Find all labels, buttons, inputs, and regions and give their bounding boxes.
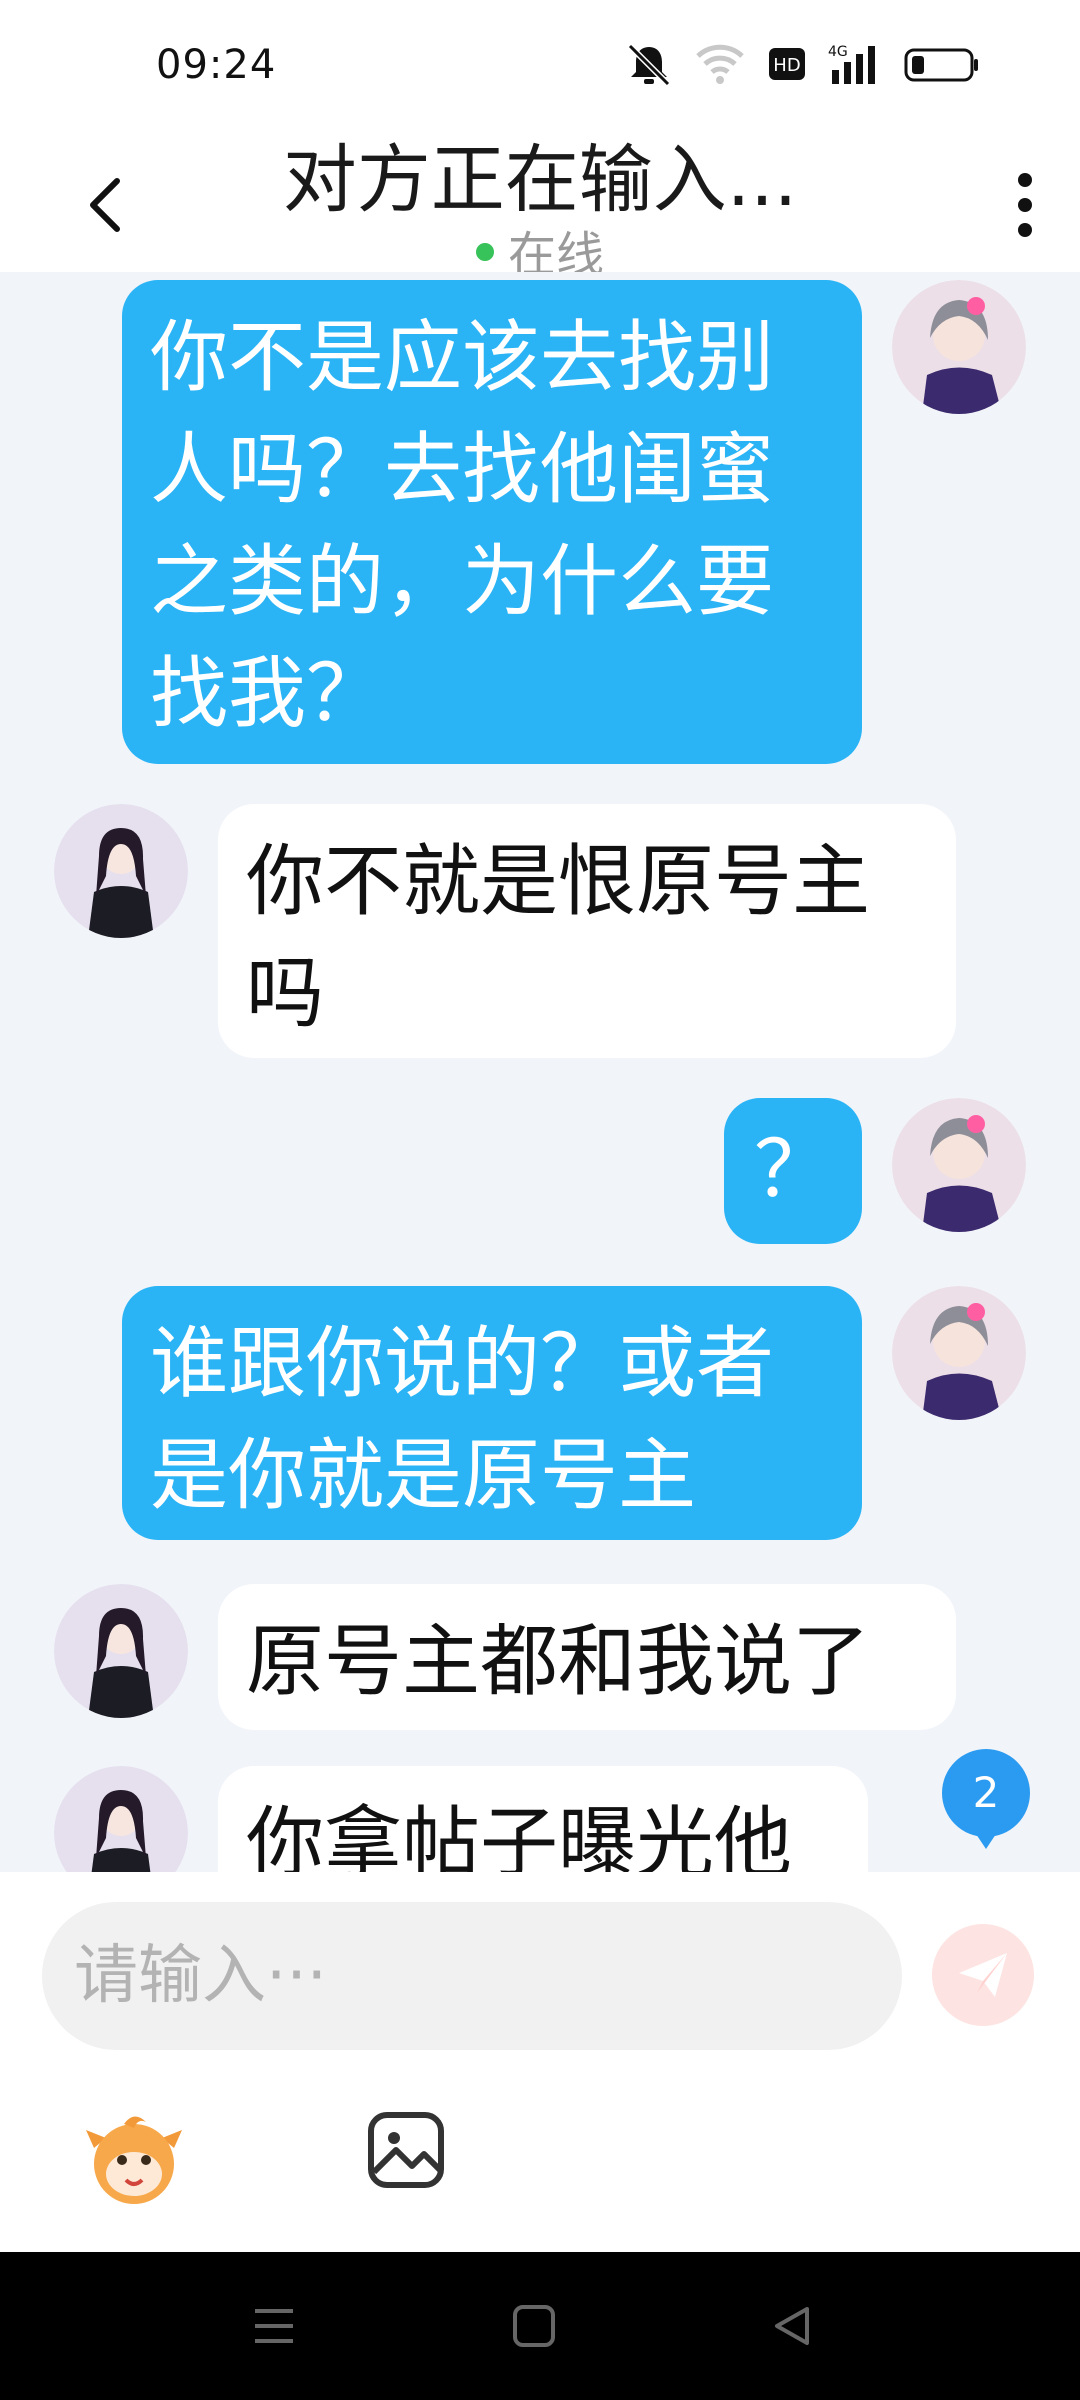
hd-label: HD [773,55,800,76]
system-nav-bar [0,2252,1080,2400]
message-bubble-outgoing[interactable]: ？ [724,1098,862,1244]
more-options-button[interactable] [990,150,1060,260]
menu-lines-icon [255,2309,293,2343]
unread-count-badge[interactable]: 2 [940,1747,1032,1849]
mute-bell-icon [626,42,672,90]
emoji-sticker-icon [86,2116,182,2204]
more-vertical-icon [1018,173,1032,237]
message-bubble-incoming[interactable]: 原号主都和我说了 [218,1584,956,1730]
contact-avatar[interactable] [54,1766,188,1872]
chat-header: 对方正在输入... 在线 [0,110,1080,283]
back-triangle-icon [775,2307,809,2345]
my-avatar[interactable] [892,1098,1026,1232]
status-time: 09:24 [156,42,277,88]
home-square-icon [513,2305,555,2347]
send-button[interactable] [932,1924,1034,2026]
image-gallery-icon [368,2112,444,2188]
message-input-area: 请输入··· [0,1872,1080,2252]
chat-area[interactable]: 你不是应该去找别人吗？去找他闺蜜之类的，为什么要找我？ 你不就是恨原号主吗 ？ [0,272,1080,1872]
message-bubble-outgoing[interactable]: 谁跟你说的？或者是你就是原号主 [122,1286,862,1540]
message-bubble-outgoing[interactable]: 你不是应该去找别人吗？去找他闺蜜之类的，为什么要找我？ [122,280,862,764]
page-title: 对方正在输入... [282,137,798,223]
send-paper-plane-icon [959,1953,1007,1997]
my-avatar[interactable] [892,1286,1026,1420]
emoji-button[interactable] [84,2108,184,2208]
wifi-icon [694,42,746,90]
contact-avatar[interactable] [54,804,188,938]
battery-icon [904,44,980,88]
image-button[interactable] [366,2110,446,2190]
unread-count-label: 2 [972,1768,1000,1817]
hd-icon: HD [768,46,806,86]
message-bubble-incoming[interactable]: 你不就是恨原号主吗 [218,804,956,1058]
message-input[interactable]: 请输入··· [42,1902,902,2050]
status-icons: HD 4G [626,42,980,90]
online-dot-icon [475,243,494,261]
message-bubble-incoming[interactable]: 你拿帖子曝光他 [218,1766,868,1872]
network-label: 4G [828,44,848,60]
4g-signal-icon: 4G [828,42,882,90]
nav-menu-button[interactable] [244,2296,304,2356]
nav-home-button[interactable] [504,2296,564,2356]
my-avatar[interactable] [892,280,1026,414]
contact-avatar[interactable] [54,1584,188,1718]
nav-back-button[interactable] [762,2296,822,2356]
